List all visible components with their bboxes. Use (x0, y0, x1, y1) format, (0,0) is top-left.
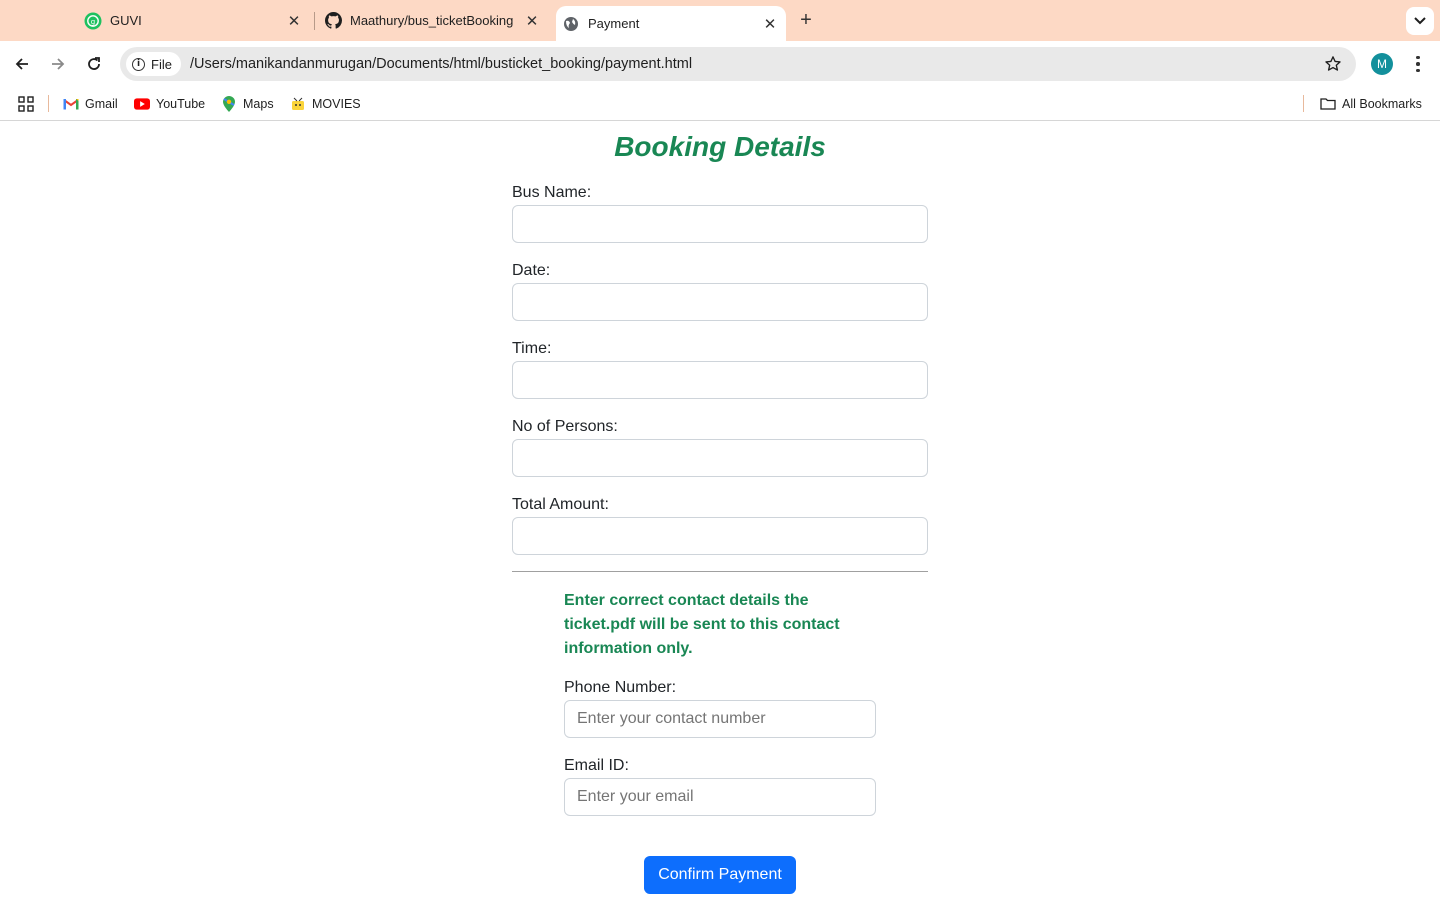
browser-toolbar: i File /Users/manikandanmurugan/Document… (0, 41, 1440, 86)
forward-arrow-icon (52, 58, 65, 70)
bookmark-maps[interactable]: Maps (221, 86, 274, 121)
youtube-icon (134, 96, 150, 112)
gmail-icon (63, 96, 79, 112)
phone-label: Phone Number: (564, 679, 677, 696)
bookmark-divider (1303, 95, 1304, 112)
bookmark-star-icon[interactable] (1324, 55, 1342, 73)
address-bar[interactable]: i File /Users/manikandanmurugan/Document… (120, 47, 1356, 81)
phone-input[interactable] (564, 700, 876, 738)
page-title: Booking Details (614, 131, 826, 162)
date-label: Date: (512, 262, 551, 279)
site-info-label: File (151, 56, 172, 72)
total-amount-field[interactable] (512, 517, 928, 555)
globe-icon (562, 15, 580, 33)
bookmarks-bar: Gmail YouTube Maps MOVIES All Bookmarks (0, 86, 1440, 121)
site-info-chip[interactable]: i File (126, 52, 181, 76)
total-amount-label: Total Amount: (512, 496, 609, 513)
tab-search-button[interactable] (1406, 7, 1434, 35)
bookmark-label: MOVIES (312, 96, 361, 111)
tab-title: GUVI (110, 13, 142, 28)
persons-field[interactable] (512, 439, 928, 477)
persons-label: No of Persons: (512, 418, 618, 435)
date-field[interactable] (512, 283, 928, 321)
bookmark-label: Gmail (85, 96, 118, 111)
close-icon[interactable]: ✕ (760, 14, 780, 34)
email-label: Email ID: (564, 757, 629, 774)
github-icon (324, 12, 342, 30)
section-divider (512, 571, 928, 572)
tab-title: Maathury/bus_ticketBooking (350, 13, 514, 28)
tab-strip: g GUVI ✕ Maathury/bus_ticketBooking ✕ Pa… (0, 0, 1440, 41)
apps-button[interactable] (18, 86, 34, 121)
forward-button[interactable] (45, 51, 71, 77)
guvi-icon: g (84, 12, 102, 30)
tab-payment[interactable]: Payment ✕ (556, 6, 786, 41)
apps-grid-icon (18, 95, 34, 112)
url-text[interactable]: /Users/manikandanmurugan/Documents/html/… (190, 56, 692, 72)
tab-title: Payment (588, 16, 640, 31)
profile-avatar[interactable]: M (1371, 53, 1393, 75)
reload-icon (88, 57, 100, 70)
all-bookmarks-label: All Bookmarks (1342, 96, 1422, 111)
bookmark-divider (48, 95, 49, 112)
page-content: Booking Details Bus Name: Date: Time: No… (0, 122, 1440, 900)
bus-name-field[interactable] (512, 205, 928, 243)
movies-icon (290, 96, 306, 112)
bookmark-label: Maps (243, 96, 274, 111)
info-icon: i (132, 57, 145, 71)
menu-icon[interactable] (1410, 52, 1426, 76)
chevron-down-icon (1414, 17, 1426, 25)
reload-button[interactable] (81, 51, 107, 77)
tab-github[interactable]: Maathury/bus_ticketBooking ✕ (314, 0, 552, 41)
time-label: Time: (512, 340, 552, 357)
bus-name-label: Bus Name: (512, 184, 592, 201)
bookmark-gmail[interactable]: Gmail (63, 86, 118, 121)
bookmark-label: YouTube (156, 96, 206, 111)
new-tab-icon[interactable]: + (796, 10, 816, 30)
back-button[interactable] (9, 51, 35, 77)
confirm-payment-button[interactable]: Confirm Payment (644, 856, 796, 894)
bookmark-movies[interactable]: MOVIES (290, 86, 361, 121)
time-field[interactable] (512, 361, 928, 399)
email-input[interactable] (564, 778, 876, 816)
all-bookmarks-button[interactable]: All Bookmarks (1320, 86, 1422, 121)
close-icon[interactable]: ✕ (522, 11, 542, 31)
tab-guvi[interactable]: g GUVI ✕ (74, 0, 314, 41)
folder-icon (1320, 96, 1336, 112)
svg-text:g: g (91, 18, 95, 26)
back-arrow-icon (15, 58, 28, 70)
bookmark-youtube[interactable]: YouTube (134, 86, 205, 121)
close-icon[interactable]: ✕ (284, 11, 304, 31)
contact-notice: Enter correct contact details the ticket… (564, 592, 840, 657)
maps-icon (221, 95, 237, 112)
